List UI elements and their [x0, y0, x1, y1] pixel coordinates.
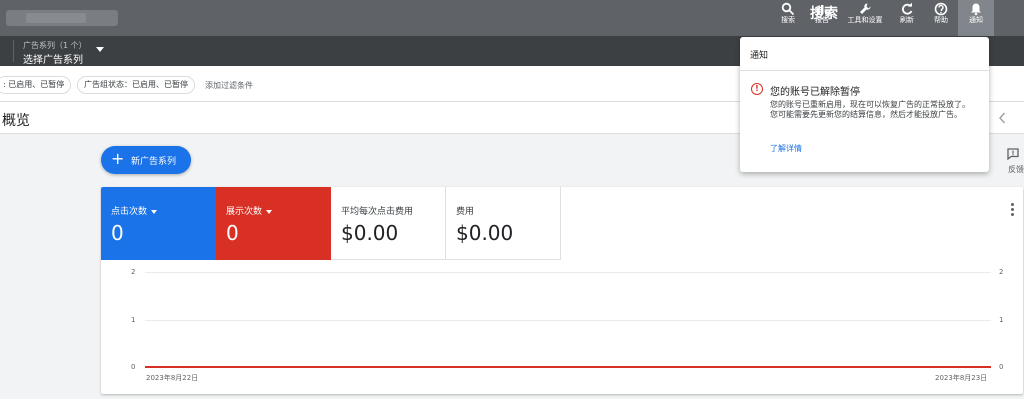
account-logo-blurred[interactable]: [6, 10, 118, 26]
wrench-icon: [860, 3, 871, 14]
toolbar-search-label: 搜索: [781, 16, 795, 24]
chevron-down-icon: [266, 209, 273, 214]
gridline: [145, 320, 991, 321]
metric-avg-cpc-name: 平均每次点击费用: [341, 207, 414, 217]
metric-clicks[interactable]: 点击次数 0: [101, 187, 216, 260]
toolbar-notifications-button[interactable]: 通知: [958, 0, 994, 36]
y-tick-left: 2: [131, 268, 136, 276]
plus-icon: +: [111, 149, 125, 168]
metric-clicks-name: 点击次数: [111, 204, 158, 217]
metric-avg-cpc-value: $0.00: [341, 221, 399, 245]
filter-chip-status[interactable]: : 已启用、已暂停: [0, 76, 72, 94]
y-tick-right: 2: [999, 268, 1004, 276]
new-campaign-button[interactable]: + 新广告系列: [101, 146, 191, 174]
notification-panel: 通知 ! 您的账号已解除暂停 您的账号已重新启用，现在可以恢复广告的正常投放了。…: [740, 37, 989, 172]
toolbar-search-button[interactable]: 搜索: [770, 0, 806, 36]
series-line-0: [145, 366, 991, 368]
toolbar-tools-button[interactable]: 工具和设置: [845, 0, 885, 36]
metric-cost-name: 费用: [456, 207, 475, 217]
gridline: [145, 272, 991, 273]
metric-clicks-value: 0: [111, 221, 124, 245]
metric-impressions-name: 展示次数: [226, 204, 273, 217]
toolbar-refresh-button[interactable]: 刷新: [889, 0, 925, 36]
y-tick-right: 1: [999, 316, 1004, 324]
feedback-label: 反馈: [1008, 165, 1024, 174]
metric-avg-cpc[interactable]: 平均每次点击费用 $0.00: [331, 187, 446, 260]
x-tick-label: 2023年8月23日: [935, 374, 988, 382]
campaign-selector[interactable]: 选择广告系列: [23, 51, 83, 66]
toolbar-refresh-label: 刷新: [900, 16, 914, 24]
y-tick-left: 0: [131, 363, 136, 371]
y-tick-left: 1: [131, 316, 136, 324]
new-campaign-label: 新广告系列: [131, 157, 177, 167]
campaign-count-label: 广告系列（1 个）: [23, 41, 87, 50]
add-filter-link[interactable]: 添加过滤条件: [205, 80, 253, 91]
chevron-left-icon[interactable]: [998, 112, 1006, 124]
toolbar-help-button[interactable]: 帮助: [923, 0, 959, 36]
notification-body: 您的账号已重新启用，现在可以恢复广告的正常投放了。您可能需要先更新您的结算信息，…: [770, 100, 970, 119]
campaign-bar-divider: [6, 40, 14, 62]
notification-header: 通知: [750, 51, 769, 61]
toolbar-tools-label: 工具和设置: [847, 16, 883, 24]
page-title: 概览: [2, 113, 30, 129]
metric-impressions[interactable]: 展示次数 0: [216, 187, 331, 260]
help-icon: [934, 2, 948, 16]
toolbar-notifications-label: 通知: [969, 16, 983, 24]
performance-card: 点击次数 0 展示次数 0 平均每次点击费用 $0.00 费用 $0.00: [101, 187, 1023, 394]
chevron-down-icon[interactable]: [96, 47, 104, 52]
feedback-icon: [1007, 148, 1019, 161]
y-tick-right: 0: [999, 363, 1004, 371]
divider: [740, 70, 989, 71]
filter-chip-adgroup-status[interactable]: 广告组状态：已启用、已暂停: [77, 76, 195, 94]
search-icon: [781, 2, 795, 16]
alert-icon: !: [751, 83, 763, 95]
learn-more-link[interactable]: 了解详情: [770, 143, 802, 154]
search-overlay-text: 搜索: [810, 6, 838, 22]
bell-icon: [971, 3, 981, 16]
refresh-icon: [902, 2, 913, 15]
metric-cost[interactable]: 费用 $0.00: [446, 187, 561, 260]
feedback-button[interactable]: 反馈: [1006, 147, 1024, 174]
metric-impressions-value: 0: [226, 221, 239, 245]
notification-title: 您的账号已解除暂停: [770, 87, 860, 98]
metric-cost-value: $0.00: [456, 221, 514, 245]
x-tick-label: 2023年8月22日: [146, 374, 199, 382]
toolbar-help-label: 帮助: [934, 16, 948, 24]
chevron-down-icon: [151, 209, 158, 214]
more-options-icon[interactable]: [1011, 203, 1015, 218]
